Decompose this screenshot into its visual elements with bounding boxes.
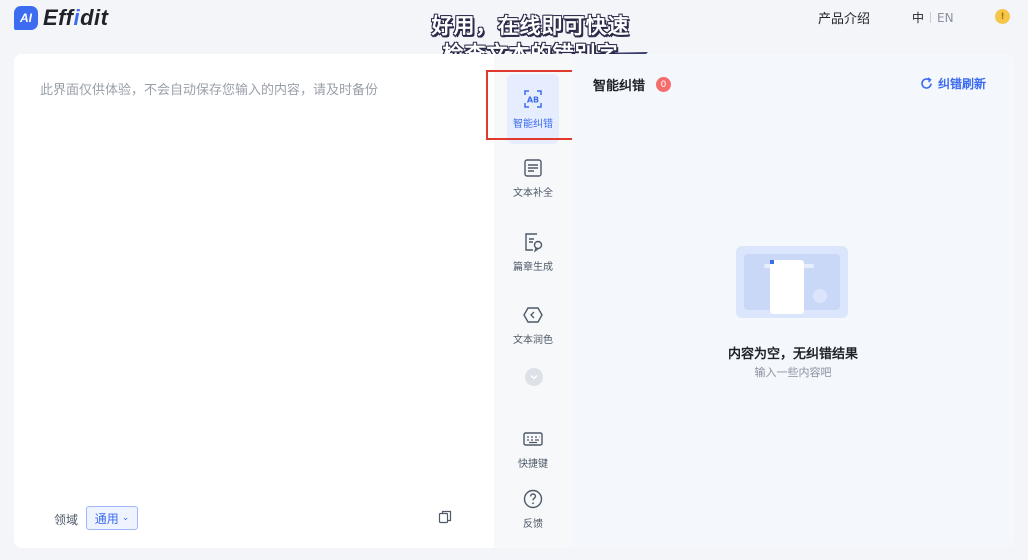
chevron-down-icon xyxy=(530,374,538,380)
empty-state-title: 内容为空，无纠错结果 xyxy=(727,347,858,362)
domain-label: 领域 xyxy=(54,513,79,527)
ai-badge-icon: AI xyxy=(14,6,38,30)
refresh-correction-button[interactable]: 纠错刷新 xyxy=(920,75,986,92)
lang-zh-option[interactable]: 中 xyxy=(912,9,924,26)
tool-text-polish[interactable]: 文本润色 xyxy=(507,304,559,346)
empty-state-subtitle: 输入一些内容吧 xyxy=(754,366,832,379)
effidit-logo[interactable]: AI Effidit xyxy=(14,5,108,31)
lang-divider xyxy=(930,12,932,23)
tool-label: 文本补全 xyxy=(513,188,553,199)
question-circle-icon xyxy=(523,489,543,509)
logo-wordmark: Effidit xyxy=(43,5,109,30)
refresh-label: 纠错刷新 xyxy=(938,77,987,91)
tool-article-generation[interactable]: 篇章生成 xyxy=(507,231,559,273)
tool-label: 篇章生成 xyxy=(513,262,553,273)
tool-feedback[interactable]: 反馈 xyxy=(507,488,559,530)
lightbulb-icon[interactable]: ! xyxy=(995,9,1010,24)
refresh-icon xyxy=(921,77,932,89)
tool-shortcuts[interactable]: 快捷键 xyxy=(507,428,559,470)
annotation-highlight-box xyxy=(486,70,581,140)
expand-more-button[interactable] xyxy=(525,368,543,386)
empty-state-illustration xyxy=(736,246,848,318)
tag-diamond-icon xyxy=(523,307,543,323)
document-pen-icon xyxy=(525,233,543,253)
nav-product-intro[interactable]: 产品介绍 xyxy=(818,8,870,27)
language-switcher: 中 EN xyxy=(912,9,954,26)
document-lines-icon xyxy=(524,159,542,177)
copy-icon[interactable] xyxy=(438,510,452,524)
tool-text-completion[interactable]: 文本补全 xyxy=(507,157,559,199)
chevron-down-icon: ⌄ xyxy=(121,513,130,523)
lang-en-option[interactable]: EN xyxy=(937,11,954,25)
results-title: 智能纠错 xyxy=(593,79,646,94)
tool-label: 反馈 xyxy=(523,519,543,530)
error-count-badge: 0 xyxy=(656,77,671,92)
correction-results-panel: 智能纠错 0 纠错刷新 内容为空，无纠错结果 输入一些内容吧 xyxy=(572,54,1014,548)
domain-select[interactable]: 通用 ⌄ xyxy=(86,506,138,530)
keyboard-icon xyxy=(523,432,543,446)
tool-label: 文本润色 xyxy=(513,335,553,346)
caption-line-1: 好用，在线即可快速 xyxy=(431,14,630,38)
domain-select-value: 通用 xyxy=(94,511,119,526)
editor-placeholder: 此界面仅供体验，不会自动保存您输入的内容，请及时备份 xyxy=(40,83,379,98)
tool-label: 快捷键 xyxy=(518,459,548,470)
